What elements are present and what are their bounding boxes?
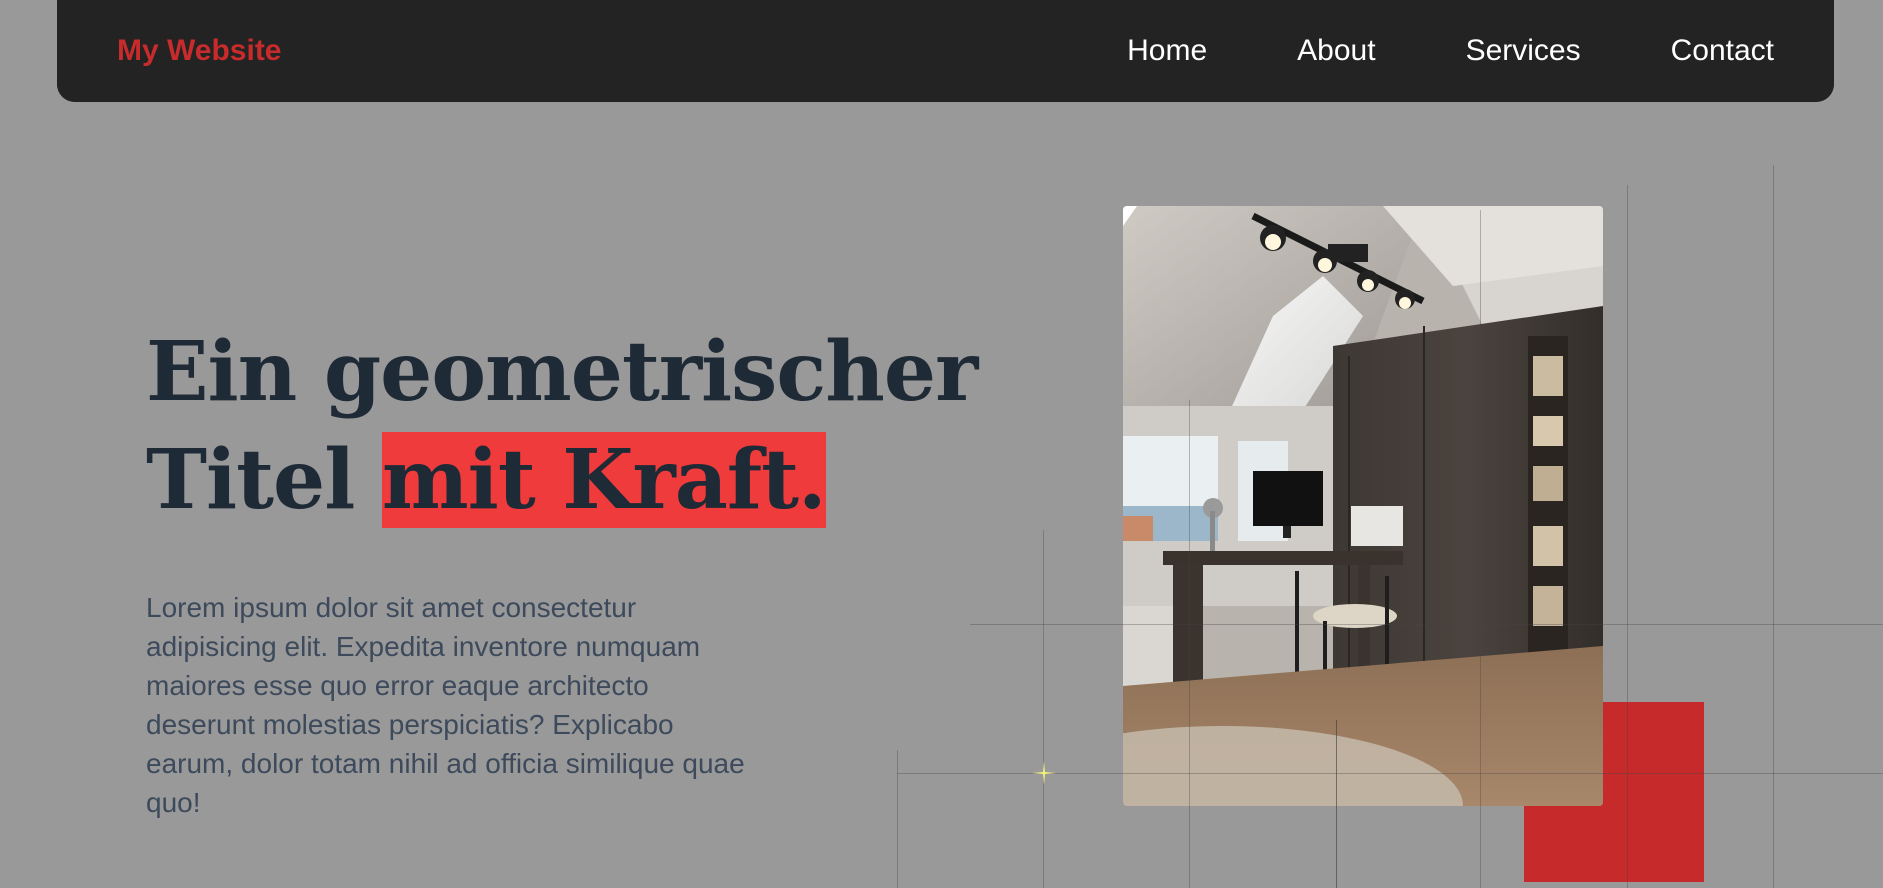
navbar: My Website Home About Services Contact xyxy=(57,0,1834,102)
hero-title-line1: Ein geometrischer xyxy=(146,324,978,420)
nav-item-contact: Contact xyxy=(1671,34,1774,68)
nav-item-home: Home xyxy=(1127,34,1207,68)
nav-link-contact[interactable]: Contact xyxy=(1671,34,1774,67)
nav-links: Home About Services Contact xyxy=(1127,0,1774,102)
nav-link-home[interactable]: Home xyxy=(1127,34,1207,67)
hero-title-highlight: mit Kraft. xyxy=(381,432,827,528)
grid-line-v1 xyxy=(1043,530,1044,888)
hero-image xyxy=(1123,206,1603,806)
hero-description: Lorem ipsum dolor sit amet consectetur a… xyxy=(146,592,745,818)
grid-line-v6 xyxy=(1627,185,1628,888)
grid-line-v4 xyxy=(1336,720,1337,888)
hero-title: Ein geometrischer Titel mit Kraft. xyxy=(146,318,978,534)
grid-line-v5 xyxy=(1480,210,1481,888)
nav-link-services[interactable]: Services xyxy=(1466,34,1581,67)
brand-logo[interactable]: My Website xyxy=(117,0,282,102)
nav-item-services: Services xyxy=(1466,34,1581,68)
grid-line-v3 xyxy=(1189,400,1190,888)
grid-line-h1 xyxy=(970,624,1883,625)
sparkle-icon xyxy=(1032,761,1056,785)
nav-item-about: About xyxy=(1297,34,1375,68)
grid-line-v2 xyxy=(897,750,898,888)
grid-line-v7 xyxy=(1773,165,1774,888)
hero-title-line2-prefix: Titel xyxy=(146,432,382,528)
nav-link-about[interactable]: About xyxy=(1297,34,1375,67)
